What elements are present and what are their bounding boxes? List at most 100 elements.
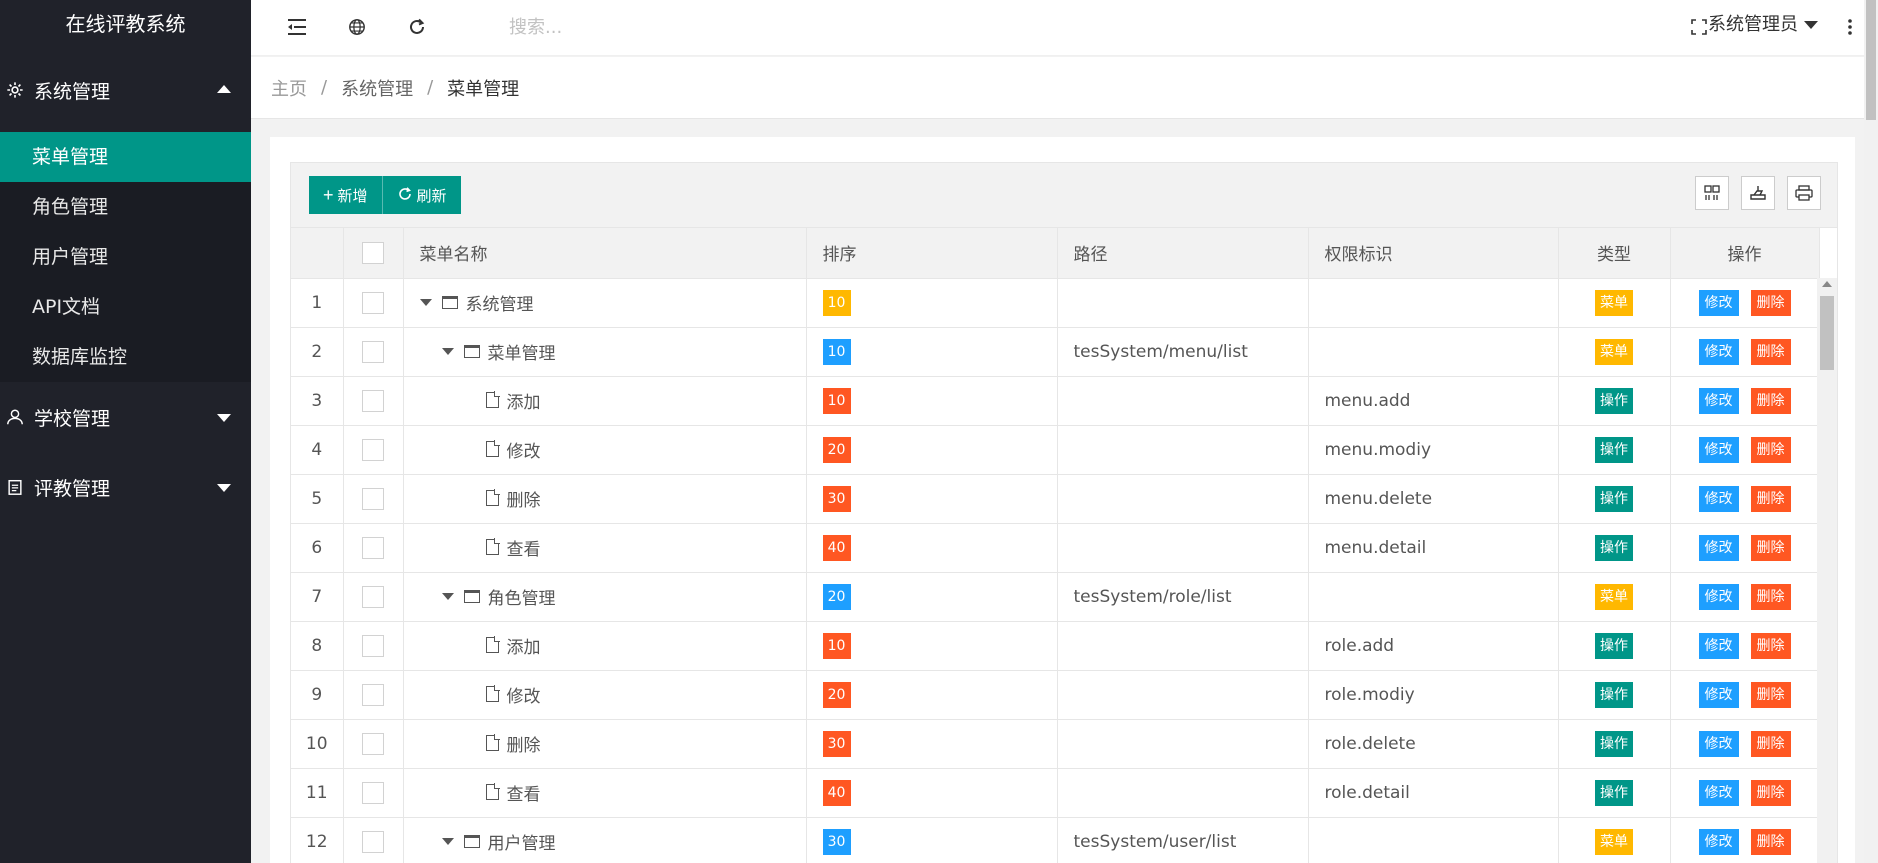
row-checkbox[interactable] xyxy=(362,781,384,804)
delete-button[interactable]: 删除 xyxy=(1750,730,1791,757)
select-all-checkbox[interactable] xyxy=(362,241,384,264)
tree-node: 修改 xyxy=(420,682,541,707)
delete-button[interactable]: 删除 xyxy=(1750,681,1791,708)
expand-arrow-icon[interactable] xyxy=(441,593,454,600)
more-icon[interactable] xyxy=(1836,13,1864,41)
sidebar-item-user[interactable]: 用户管理 xyxy=(0,232,251,282)
row-checkbox[interactable] xyxy=(362,634,384,657)
sidebar-item-api[interactable]: API文档 xyxy=(0,282,251,332)
row-checkbox[interactable] xyxy=(362,830,384,853)
row-checkbox[interactable] xyxy=(362,340,384,363)
delete-button[interactable]: 删除 xyxy=(1750,436,1791,463)
chevron-up-icon xyxy=(217,85,231,93)
header-sort[interactable]: 排序 xyxy=(806,228,1058,279)
header-path[interactable]: 路径 xyxy=(1057,228,1309,279)
edit-button[interactable]: 修改 xyxy=(1698,534,1739,561)
collapse-menu-icon[interactable] xyxy=(283,13,311,41)
print-icon[interactable] xyxy=(1787,176,1821,210)
sidebar: 在线评教系统 系统管理 菜单管理 角色管理 用户管理 API文档 数据库监控 学… xyxy=(0,0,251,863)
row-checkbox[interactable] xyxy=(362,732,384,755)
row-checkbox[interactable] xyxy=(362,389,384,412)
nav-title-evaluation[interactable]: 评教管理 xyxy=(0,452,251,522)
table-row[interactable]: 12 用户管理 30 tesSystem/user/list 菜单 修改 删除 xyxy=(291,817,1820,863)
table-row[interactable]: 4 修改 20 menu.modiy 操作 修改 删除 xyxy=(291,425,1820,475)
refresh-button[interactable]: 刷新 xyxy=(381,176,461,214)
edit-button[interactable]: 修改 xyxy=(1698,436,1739,463)
row-checkbox[interactable] xyxy=(362,487,384,510)
row-checkbox[interactable] xyxy=(362,585,384,608)
globe-icon[interactable] xyxy=(343,13,371,41)
header-permission[interactable]: 权限标识 xyxy=(1308,228,1559,279)
nav-group-school: 学校管理 xyxy=(0,382,251,452)
sidebar-item-role[interactable]: 角色管理 xyxy=(0,182,251,232)
sidebar-item-menu[interactable]: 菜单管理 xyxy=(0,132,251,182)
breadcrumb-separator: / xyxy=(427,77,434,98)
menu-name: 删除 xyxy=(506,490,541,511)
search-input[interactable] xyxy=(509,12,769,42)
delete-button[interactable]: 删除 xyxy=(1750,485,1791,512)
expand-arrow-icon[interactable] xyxy=(419,299,432,306)
edit-button[interactable]: 修改 xyxy=(1698,338,1739,365)
table-row[interactable]: 5 删除 30 menu.delete 操作 修改 删除 xyxy=(291,474,1820,524)
scrollbar-thumb[interactable] xyxy=(1820,296,1834,370)
sidebar-item-db-monitor[interactable]: 数据库监控 xyxy=(0,332,251,382)
table-scrollbar[interactable] xyxy=(1817,278,1837,863)
header-type[interactable]: 类型 xyxy=(1558,228,1671,279)
cell-name: 删除 xyxy=(403,474,807,524)
page-scrollbar[interactable] xyxy=(1864,0,1878,863)
row-checkbox[interactable] xyxy=(362,291,384,314)
delete-button[interactable]: 删除 xyxy=(1750,632,1791,659)
table-row[interactable]: 7 角色管理 20 tesSystem/role/list 菜单 修改 删除 xyxy=(291,572,1820,622)
export-icon[interactable] xyxy=(1741,176,1775,210)
row-checkbox[interactable] xyxy=(362,683,384,706)
expand-arrow-icon[interactable] xyxy=(441,348,454,355)
breadcrumb-system[interactable]: 系统管理 xyxy=(341,75,413,101)
expand-arrow-icon[interactable] xyxy=(441,838,454,845)
row-checkbox[interactable] xyxy=(362,438,384,461)
delete-button[interactable]: 删除 xyxy=(1750,534,1791,561)
delete-button[interactable]: 删除 xyxy=(1750,387,1791,414)
nav-title-system[interactable]: 系统管理 xyxy=(0,48,251,132)
edit-button[interactable]: 修改 xyxy=(1698,583,1739,610)
delete-button[interactable]: 删除 xyxy=(1750,289,1791,316)
edit-button[interactable]: 修改 xyxy=(1698,632,1739,659)
cell-sort: 20 xyxy=(806,425,1058,475)
submenu-system: 菜单管理 角色管理 用户管理 API文档 数据库监控 xyxy=(0,132,251,382)
row-checkbox[interactable] xyxy=(362,536,384,559)
delete-button[interactable]: 删除 xyxy=(1750,338,1791,365)
edit-button[interactable]: 修改 xyxy=(1698,289,1739,316)
refresh-icon[interactable] xyxy=(403,13,431,41)
file-icon xyxy=(485,783,500,801)
edit-button[interactable]: 修改 xyxy=(1698,730,1739,757)
columns-icon[interactable] xyxy=(1695,176,1729,210)
cell-type: 操作 xyxy=(1558,768,1671,818)
delete-button[interactable]: 删除 xyxy=(1750,779,1791,806)
table-row[interactable]: 11 查看 40 role.detail 操作 修改 删除 xyxy=(291,768,1820,818)
table-row[interactable]: 1 系统管理 10 菜单 修改 删除 xyxy=(291,278,1820,328)
edit-button[interactable]: 修改 xyxy=(1698,779,1739,806)
table-row[interactable]: 2 菜单管理 10 tesSystem/menu/list 菜单 修改 删除 xyxy=(291,327,1820,377)
cell-name: 系统管理 xyxy=(403,278,807,328)
table-row[interactable]: 9 修改 20 role.modiy 操作 修改 删除 xyxy=(291,670,1820,720)
table-row[interactable]: 6 查看 40 menu.detail 操作 修改 删除 xyxy=(291,523,1820,573)
breadcrumb-home[interactable]: 主页 xyxy=(271,75,307,101)
add-button[interactable]: + 新增 xyxy=(309,176,382,214)
nav-title-school[interactable]: 学校管理 xyxy=(0,382,251,452)
user-menu[interactable]: 系统管理员 xyxy=(1708,10,1818,40)
delete-button[interactable]: 删除 xyxy=(1750,828,1791,855)
edit-button[interactable]: 修改 xyxy=(1698,828,1739,855)
edit-button[interactable]: 修改 xyxy=(1698,485,1739,512)
table-row[interactable]: 10 删除 30 role.delete 操作 修改 删除 xyxy=(291,719,1820,769)
table-row[interactable]: 8 添加 10 role.add 操作 修改 删除 xyxy=(291,621,1820,671)
row-select-cell xyxy=(343,719,404,769)
header-name[interactable]: 菜单名称 xyxy=(403,228,807,279)
edit-button[interactable]: 修改 xyxy=(1698,387,1739,414)
page-scrollbar-thumb[interactable] xyxy=(1866,0,1876,120)
cell-name: 添加 xyxy=(403,621,807,671)
scroll-up-icon[interactable] xyxy=(1822,281,1832,287)
delete-button[interactable]: 删除 xyxy=(1750,583,1791,610)
table-row[interactable]: 3 添加 10 menu.add 操作 修改 删除 xyxy=(291,376,1820,426)
row-select-cell xyxy=(343,621,404,671)
edit-button[interactable]: 修改 xyxy=(1698,681,1739,708)
add-button-label: 新增 xyxy=(337,187,368,205)
